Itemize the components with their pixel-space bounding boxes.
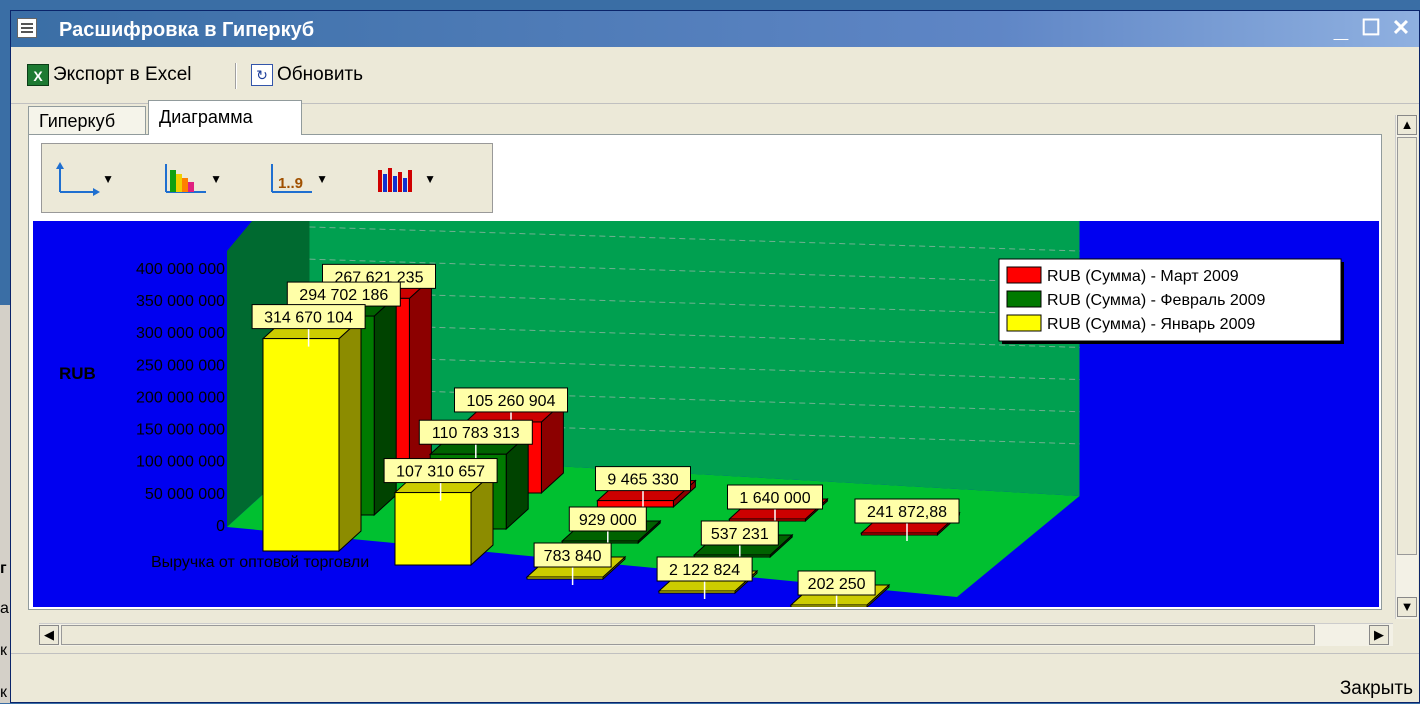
scroll-up-button[interactable]: ▲ [1397, 115, 1417, 135]
legend-swatch [1006, 290, 1042, 308]
svg-text:1..9: 1..9 [278, 175, 303, 192]
bar [790, 604, 868, 608]
data-label: 783 840 [544, 548, 602, 565]
scroll-left-button[interactable]: ◀ [39, 625, 59, 645]
scroll-down-button[interactable]: ▼ [1397, 597, 1417, 617]
scroll-right-button[interactable]: ▶ [1369, 625, 1389, 645]
vertical-scrollbar[interactable]: ▲ ▼ [1395, 115, 1418, 619]
data-label: 294 702 186 [299, 287, 388, 304]
data-label: 202 250 [808, 576, 866, 593]
legend-entry: RUB (Сумма) - Январь 2009 [1047, 316, 1255, 333]
y-tick-label: 100 000 000 [136, 454, 225, 471]
bar-side [338, 317, 362, 553]
window-title: Расшифровка в Гиперкуб [59, 19, 315, 41]
y-tick-label: 200 000 000 [136, 389, 225, 406]
close-window-button[interactable]: ✕ [1387, 14, 1415, 42]
horizontal-scroll-thumb[interactable] [61, 625, 1315, 645]
chevron-down-icon[interactable]: ▼ [316, 172, 328, 186]
palette-icon [165, 164, 206, 193]
bar [394, 492, 472, 566]
y-tick-label: 300 000 000 [136, 325, 225, 342]
legend-entry: RUB (Сумма) - Март 2009 [1047, 268, 1239, 285]
refresh-label: Обновить [277, 64, 364, 85]
chart-type-button[interactable]: ▼ [374, 160, 444, 196]
bar [526, 576, 604, 580]
chevron-down-icon[interactable]: ▼ [102, 172, 114, 186]
document-icon [17, 18, 37, 38]
data-label: 929 000 [579, 512, 637, 529]
y-tick-label: 400 000 000 [136, 261, 225, 278]
maximize-button[interactable]: ☐ [1357, 14, 1385, 42]
refresh-button[interactable]: ↻ Обновить [251, 61, 363, 89]
chevron-down-icon[interactable]: ▼ [424, 172, 436, 186]
bar [860, 532, 938, 536]
data-label: 110 783 313 [432, 425, 520, 442]
data-label: 107 310 657 [396, 464, 485, 481]
data-label: 9 465 330 [607, 472, 678, 489]
legend-swatch [1006, 314, 1042, 332]
chart-type-icon [378, 168, 412, 192]
excel-icon: X [27, 64, 49, 86]
horizontal-scrollbar[interactable]: ◀ ▶ [39, 623, 1393, 646]
palette-button[interactable]: ▼ [160, 160, 230, 196]
category-label: Выручка от оптовой торговли [151, 554, 369, 571]
chevron-down-icon[interactable]: ▼ [210, 172, 222, 186]
tab-diagram[interactable]: Диаграмма [148, 100, 302, 135]
y-tick-label: 350 000 000 [136, 293, 225, 310]
data-label: 105 260 904 [467, 393, 556, 410]
bar [262, 338, 340, 552]
bar-side [408, 277, 432, 481]
chart-toolbar: ▼ ▼ 1..9 ▼ ▼ [41, 143, 493, 213]
bar [596, 500, 674, 508]
y-tick-label: 50 000 000 [145, 486, 225, 503]
tab-hypercube[interactable]: Гиперкуб [28, 106, 146, 134]
title-bar[interactable]: Расшифровка в Гиперкуб _ ☐ ✕ [11, 11, 1419, 47]
export-excel-label: Экспорт в Excel [53, 64, 192, 85]
data-label: 241 872,88 [867, 504, 947, 521]
close-button[interactable]: Закрыть [1340, 678, 1413, 700]
numbering-button[interactable]: 1..9 ▼ [266, 160, 336, 196]
axes-button[interactable]: ▼ [52, 160, 122, 196]
bar-chart: 0 50 000 000 100 000 000 150 000 000 200 000… [33, 152, 1379, 609]
diagram-panel: ▼ ▼ 1..9 ▼ ▼ 0 50 000 000 100 000 000 15… [28, 134, 1382, 610]
export-excel-button[interactable]: X Экспорт в Excel [27, 61, 192, 89]
bar [658, 590, 736, 594]
y-tick-label: 150 000 000 [136, 422, 225, 439]
toolbar: X Экспорт в Excel ↻ Обновить [11, 47, 1419, 104]
y-tick-label: 0 [216, 518, 225, 535]
vertical-scroll-thumb[interactable] [1397, 137, 1417, 555]
y-tick-label: 250 000 000 [136, 357, 225, 374]
toolbar-separator [235, 63, 237, 89]
footer: Закрыть [11, 653, 1419, 704]
chart-canvas: 0 50 000 000 100 000 000 150 000 000 200 000… [59, 152, 1344, 609]
minimize-button[interactable]: _ [1327, 14, 1355, 42]
axes-icon [56, 162, 100, 196]
data-label: 537 231 [711, 526, 769, 543]
legend-swatch [1006, 266, 1042, 284]
numbering-icon: 1..9 [271, 164, 312, 193]
data-label: 314 670 104 [264, 310, 353, 327]
data-label: 1 640 000 [739, 490, 810, 507]
refresh-icon: ↻ [251, 64, 273, 86]
data-label: 2 122 824 [669, 562, 740, 579]
y-axis-label: RUB [59, 364, 96, 383]
legend-entry: RUB (Сумма) - Февраль 2009 [1047, 292, 1266, 309]
